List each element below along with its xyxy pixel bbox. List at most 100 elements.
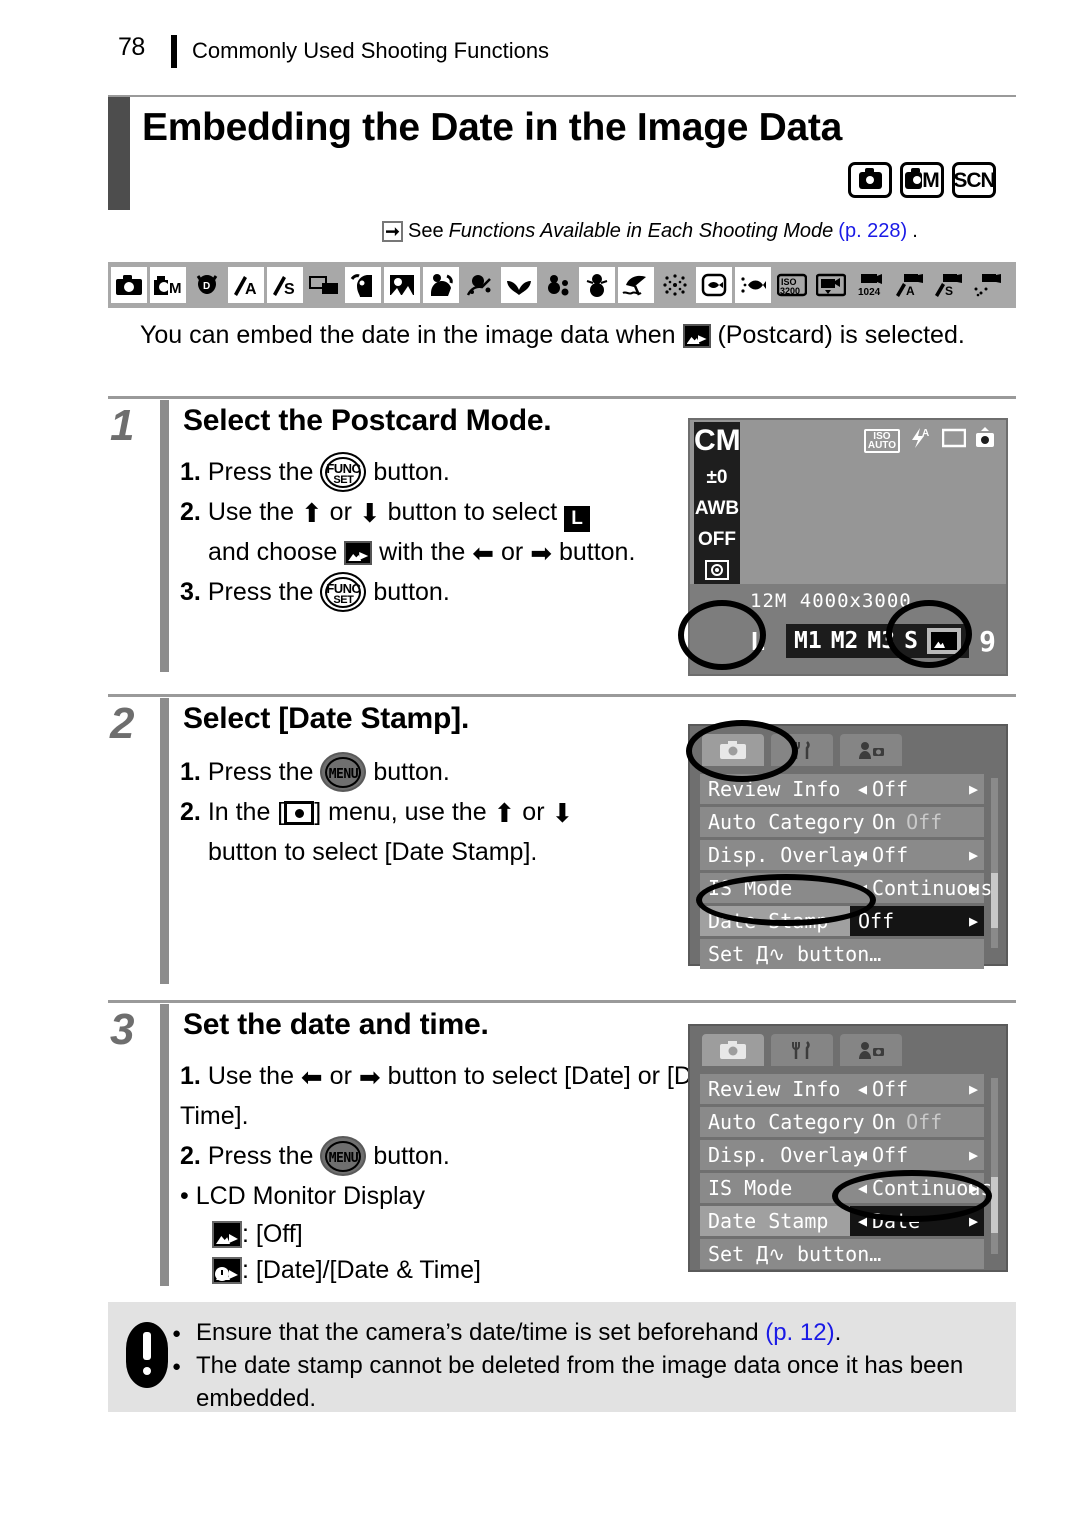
caution-text: The date stamp cannot be deleted from th… (196, 1352, 964, 1412)
menu-row-list: Review Info ◀ Off ▶ Auto Category On Off… (700, 774, 992, 972)
line-text: Press the (207, 578, 321, 606)
row-label: Disp. Overlay (708, 843, 865, 867)
my-camera-tab[interactable] (840, 1034, 902, 1066)
see-also-reference: Functions Available in Each Shooting Mod… (448, 220, 834, 242)
my-camera-tab[interactable] (840, 734, 902, 766)
menu-row-auto-category[interactable]: Auto Category On Off (700, 807, 984, 837)
size-l-icon: L (564, 506, 591, 532)
line-text-b: ] menu, use the (314, 798, 494, 826)
svg-text:S: S (284, 281, 295, 297)
line-text-b: button to select (380, 498, 565, 526)
flash-auto-icon: A (908, 427, 934, 454)
intro-paragraph: You can embed the date in the image data… (140, 318, 1020, 352)
left-arrow-icon: ⬅ (472, 538, 495, 568)
right-arrow-icon: ➡ (358, 1062, 381, 1092)
highlight-ellipse-rec-tab (686, 720, 798, 782)
left-arrow-icon: ◀ (858, 780, 868, 798)
night-snapshot-icon (384, 267, 420, 303)
menu-row-set-print-button[interactable]: Set Д∿ button… (700, 1239, 984, 1269)
caution-box: Ensure that the camera’s date/time is se… (108, 1302, 1016, 1412)
stitch-assist-icon (306, 267, 342, 303)
row-label: Review Info (708, 777, 841, 801)
color-accent-icon (540, 267, 576, 303)
row-value-off: Off (906, 810, 943, 834)
menu-scrollbar[interactable] (991, 1078, 998, 1254)
svg-text:S: S (945, 284, 953, 297)
func-set-button-icon: FUNC SET (320, 452, 367, 492)
row-value-area: ◀ Off ▶ (850, 840, 984, 870)
movie-standard-icon (813, 267, 849, 303)
right-arrow-icon: ▶ (968, 1212, 978, 1230)
camera-icon (858, 167, 882, 189)
line-text-b: button. (366, 578, 450, 606)
row-label: Disp. Overlay (708, 1143, 865, 1167)
row-value-off: Off (906, 1110, 943, 1134)
caution-page-link[interactable]: (p. 12) (765, 1319, 834, 1346)
intro-text-before: You can embed the date in the image data… (140, 321, 683, 349)
row-label: Set Д∿ button… (708, 942, 882, 966)
step-divider (108, 694, 1016, 697)
size-option-m1[interactable]: M1 (794, 628, 822, 654)
line-text: Press the (207, 1142, 321, 1170)
shooting-mode-icon-strip: M D A S ISO 3200 1024 A S (108, 262, 1016, 308)
left-arrow-icon: ◀ (858, 1146, 868, 1164)
right-arrow-icon: ▶ (968, 1080, 978, 1098)
right-arrow-icon: ➞ (382, 221, 403, 242)
manual-mode-badge: M (900, 162, 944, 198)
setup-tab[interactable] (771, 1034, 833, 1066)
menu-button-icon: MENU (320, 1136, 367, 1176)
warning-icon (126, 1322, 168, 1388)
top-rule (108, 95, 1016, 97)
line-text: Press the (207, 458, 321, 486)
line-text-c: button. (552, 538, 636, 566)
postcard-icon (344, 541, 373, 565)
postcard-date-icon (212, 1257, 242, 1284)
menu-row-review-info[interactable]: Review Info ◀ Off ▶ (700, 1074, 984, 1104)
up-arrow-icon: ⬆ (300, 498, 323, 528)
rec-tab[interactable] (702, 1034, 764, 1066)
step-accent-bar (160, 400, 169, 672)
portrait-icon (345, 267, 381, 303)
line-text: Use the (207, 1062, 301, 1090)
step-2-number: 2 (110, 699, 135, 748)
highlight-ellipse-date-value (832, 1170, 992, 1222)
right-arrow-icon: ▶ (968, 780, 978, 798)
page-number: 78 (118, 33, 145, 61)
up-arrow-icon: ⬆ (493, 798, 516, 828)
lcd-white-balance: AWB (694, 498, 740, 519)
size-option-m2[interactable]: M2 (831, 628, 859, 654)
caution-item-2: The date stamp cannot be deleted from th… (172, 1349, 1016, 1415)
caution-list: Ensure that the camera’s date/time is se… (108, 1302, 1016, 1415)
right-arrow-icon: ▶ (968, 846, 978, 864)
aquarium-icon (696, 267, 732, 303)
line-text: : [Off] (242, 1220, 303, 1248)
row-label: Auto Category (708, 1110, 865, 1134)
svg-text:3200: 3200 (780, 286, 800, 296)
see-also-page-link[interactable]: (p. 228) (838, 220, 907, 243)
line-text: : [Date]/[Date & Time] (242, 1256, 481, 1284)
row-value-area: On Off (850, 1107, 984, 1137)
menu-scrollbar[interactable] (991, 778, 998, 948)
line-text-b: button. (366, 458, 450, 486)
postcard-icon (682, 324, 711, 348)
left-arrow-icon: ⬅ (300, 1062, 323, 1092)
see-also-line: ➞ See Functions Available in Each Shooti… (382, 220, 918, 243)
menu-row-set-print-button[interactable]: Set Д∿ button… (700, 939, 984, 969)
menu-row-disp-overlay[interactable]: Disp. Overlay ◀ Off ▶ (700, 1140, 984, 1170)
menu-row-disp-overlay[interactable]: Disp. Overlay ◀ Off ▶ (700, 840, 984, 870)
digital-macro-icon: D (189, 267, 225, 303)
lcd-top-indicators: ISO AUTO A (863, 427, 996, 454)
movie-color-swap-icon: S (930, 267, 966, 303)
row-value-area: ◀ Off ▶ (850, 1140, 984, 1170)
bullet-mark: • (180, 1182, 189, 1210)
func-set-button-icon: FUNC SET (320, 572, 367, 612)
lcd-mode-label: CM (694, 424, 741, 457)
highlight-ellipse-postcard (886, 600, 972, 668)
menu-row-auto-category[interactable]: Auto Category On Off (700, 1107, 984, 1137)
right-arrow-icon: ▶ (968, 912, 978, 930)
chapter-title: Commonly Used Shooting Functions (192, 38, 550, 63)
lcd-display-label: LCD Monitor Display (195, 1182, 425, 1210)
menu-shot-date-stamp-off: Review Info ◀ Off ▶ Auto Category On Off… (686, 720, 1008, 969)
svg-text:1024: 1024 (858, 287, 881, 297)
lcd-my-colors: OFF (698, 529, 736, 550)
